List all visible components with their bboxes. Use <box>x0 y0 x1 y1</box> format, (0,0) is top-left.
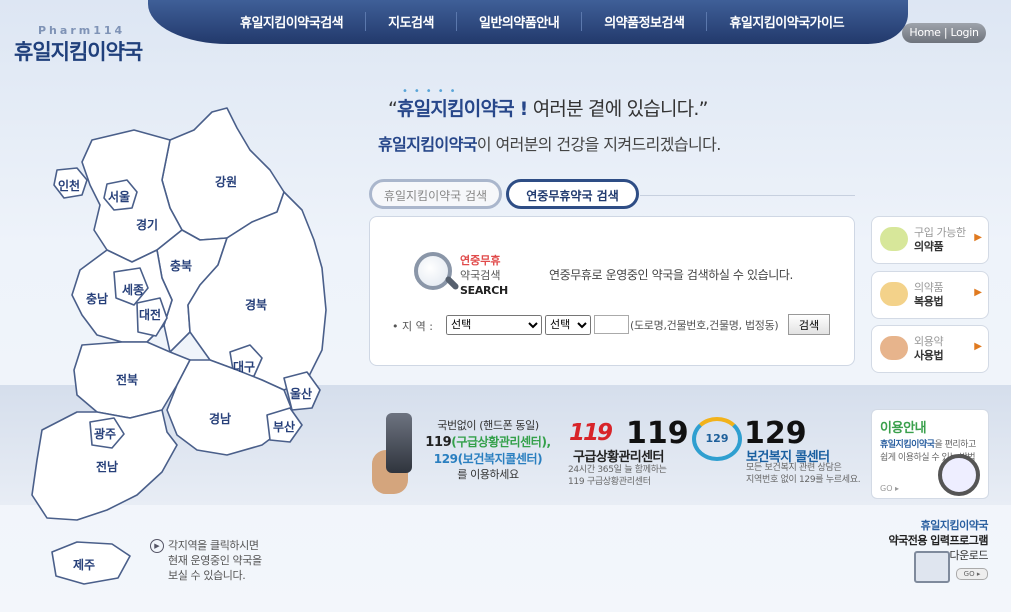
map-label-ulsan: 울산 <box>290 386 312 401</box>
address-input[interactable] <box>594 315 629 334</box>
home-login-button[interactable]: Home | Login <box>902 23 986 43</box>
desc-line: 모든 보건복지 관련 상담은 <box>746 463 842 473</box>
welfare-129-desc: 모든 보건복지 관련 상담은 지역번호 없이 129를 누르세요. <box>746 462 861 486</box>
desc-line: 24시간 365일 늘 함께하는 <box>568 465 667 475</box>
side-line1: 구입 가능한 <box>914 226 966 239</box>
program-line2: 약국전용 입력프로그램 <box>888 534 988 547</box>
map-label-sejong: 세종 <box>122 282 144 297</box>
map-tip: 각지역을 클릭하시면 현재 운영중인 약국을 보실 수 있습니다. <box>168 538 262 583</box>
side-line1: 외용약 <box>914 335 944 348</box>
desc-line: 119 구급상황관리센터 <box>568 477 651 487</box>
region-select-city[interactable]: 선택 <box>446 315 542 335</box>
map-tip-line: 현재 운영중인 약국을 <box>168 554 262 567</box>
slogan-rest: 여러분 곁에 있습니다.” <box>527 98 709 120</box>
phone-info: 국번없이 (핸드폰 동일) 119(구급상황관리센터), 129(보건복지콜센터… <box>420 418 556 483</box>
arrow-right-icon: ▶ <box>974 232 982 243</box>
phone-119-desc: (구급상황관리센터), <box>451 435 551 449</box>
download-go-button[interactable]: GO ▸ <box>956 568 988 580</box>
welfare-129-logo: 129 <box>692 417 742 461</box>
mobile-phone-icon <box>386 413 412 473</box>
map-label-gwangju: 광주 <box>94 426 116 441</box>
map-label-incheon: 인천 <box>58 178 80 193</box>
program-line1: 휴일지킴이약국 <box>920 519 989 532</box>
slogan-brand: 휴일지킴이약국 ! <box>397 98 528 120</box>
map-label-daejeon: 대전 <box>139 307 161 322</box>
desc-line: 지역번호 없이 129를 누르세요. <box>746 475 861 485</box>
search-description: 연중무휴로 운영중인 약국을 검색하실 수 있습니다. <box>549 268 793 282</box>
region-label: • 지 역 : <box>392 320 433 333</box>
magnifier-icon <box>414 252 452 290</box>
side-label: 구입 가능한 의약품 <box>914 226 966 254</box>
search-title-a: 연중무휴 <box>460 254 501 267</box>
nav-pharmacy-guide[interactable]: 휴일지킴이약국가이드 <box>707 12 866 31</box>
korea-map: 인천 서울 경기 강원 충북 충남 세종 대전 경북 대구 전북 울산 경남 광… <box>31 107 327 585</box>
top-navigation: 휴일지킴이약국검색 지도검색 일반의약품안내 의약품정보검색 휴일지킴이약국가이… <box>148 0 908 44</box>
slogan-headline: ••••• “휴일지킴이약국 ! 여러분 곁에 있습니다.” <box>388 86 709 121</box>
slogan2-brand: 휴일지킴이약국 <box>378 135 477 154</box>
side-medication-usage[interactable]: 의약품 복용법 ▶ <box>871 271 989 319</box>
side-purchasable-drugs[interactable]: 구입 가능한 의약품 ▶ <box>871 216 989 264</box>
nav-holiday-pharmacy-search[interactable]: 휴일지킴이약국검색 <box>218 12 367 31</box>
map-tip-line: 각지역을 클릭하시면 <box>168 539 259 552</box>
guide-title: 이용안내 <box>880 421 927 436</box>
map-label-gyeongbuk: 경북 <box>245 298 267 312</box>
side-line2: 의약품 <box>914 240 944 253</box>
map-label-gangwon: 강원 <box>215 175 237 189</box>
map-label-gyeonggi: 경기 <box>136 217 158 232</box>
map-label-jeju: 제주 <box>73 558 95 572</box>
emergency-119-desc: 24시간 365일 늘 함께하는 119 구급상황관리센터 <box>568 464 667 488</box>
side-label: 의약품 복용법 <box>914 281 944 309</box>
map-label-seoul: 서울 <box>108 189 130 204</box>
tab-yearround-pharmacy-search[interactable]: 연중무휴약국 검색 <box>506 179 639 209</box>
map-label-jeonnam: 전남 <box>96 459 118 474</box>
phone-line4: 를 이용하세요 <box>457 468 519 481</box>
tab-divider <box>640 195 855 196</box>
slogan-dots: ••••• <box>402 86 462 97</box>
ointment-icon <box>880 336 908 360</box>
search-title: 연중무휴 약국검색 SEARCH <box>460 253 508 298</box>
slogan2-rest: 이 여러분의 건강을 지켜드리겠습니다. <box>476 135 721 154</box>
nav-map-search[interactable]: 지도검색 <box>366 12 457 31</box>
pill-icon <box>880 227 908 251</box>
map-tip-line: 보실 수 있습니다. <box>168 569 246 582</box>
phone-129: 129(보건복지콜센터) <box>433 452 543 466</box>
usage-guide-box[interactable]: 이용안내 휴일지킴이약국을 편리하고 쉽게 이용하실 수 있는 방법 GO ▸ <box>871 409 989 499</box>
logo-korean: 휴일지킴이약국 <box>14 40 143 64</box>
search-panel <box>369 216 855 366</box>
address-hint: (도로명,건물번호,건물명, 법정동) <box>630 319 779 332</box>
side-line1: 의약품 <box>914 281 944 294</box>
search-title-b: 약국검색 <box>460 269 501 282</box>
map-label-jeonbuk: 전북 <box>116 372 138 387</box>
play-icon: ▶ <box>150 539 164 553</box>
search-title-c: SEARCH <box>460 284 508 297</box>
guide-brand: 휴일지킴이약국 <box>880 440 935 450</box>
map-label-busan: 부산 <box>273 419 295 434</box>
side-line2: 복용법 <box>914 295 944 308</box>
side-external-medicine-usage[interactable]: 외용약 사용법 ▶ <box>871 325 989 373</box>
side-label: 외용약 사용법 <box>914 335 944 363</box>
emergency-119-title: 구급상황관리센터 <box>573 450 664 465</box>
tab-holiday-pharmacy-search[interactable]: 휴일지킴이약국 검색 <box>369 179 502 209</box>
region-select-district[interactable]: 선택 <box>545 315 591 335</box>
site-logo[interactable]: Pharm114 휴일지킴이약국 <box>14 24 143 66</box>
arrow-right-icon: ▶ <box>974 341 982 352</box>
phone-119: 119 <box>425 435 452 450</box>
medicine-bowl-icon <box>880 282 908 306</box>
map-label-chungbuk: 충북 <box>170 258 192 273</box>
download-icon[interactable] <box>914 551 950 583</box>
side-line2: 사용법 <box>914 349 944 362</box>
arrow-right-icon: ▶ <box>974 287 982 298</box>
phone-line1: 국번없이 (핸드폰 동일) <box>437 419 539 432</box>
map-label-chungnam: 충남 <box>86 291 108 306</box>
quote-open: “ <box>388 98 398 120</box>
magnifier-icon <box>938 454 980 496</box>
search-button[interactable]: 검색 <box>788 314 830 335</box>
nav-drug-info-search[interactable]: 의약품정보검색 <box>582 12 708 31</box>
emergency-119-logo: 119 <box>569 420 613 446</box>
map-label-gyeongnam: 경남 <box>209 411 231 426</box>
slogan-subline: 휴일지킴이약국이 여러분의 건강을 지켜드리겠습니다. <box>378 131 721 155</box>
nav-otc-guide[interactable]: 일반의약품안내 <box>457 12 583 31</box>
map-label-daegu: 대구 <box>233 360 255 374</box>
guide-go-link[interactable]: GO ▸ <box>880 484 899 493</box>
